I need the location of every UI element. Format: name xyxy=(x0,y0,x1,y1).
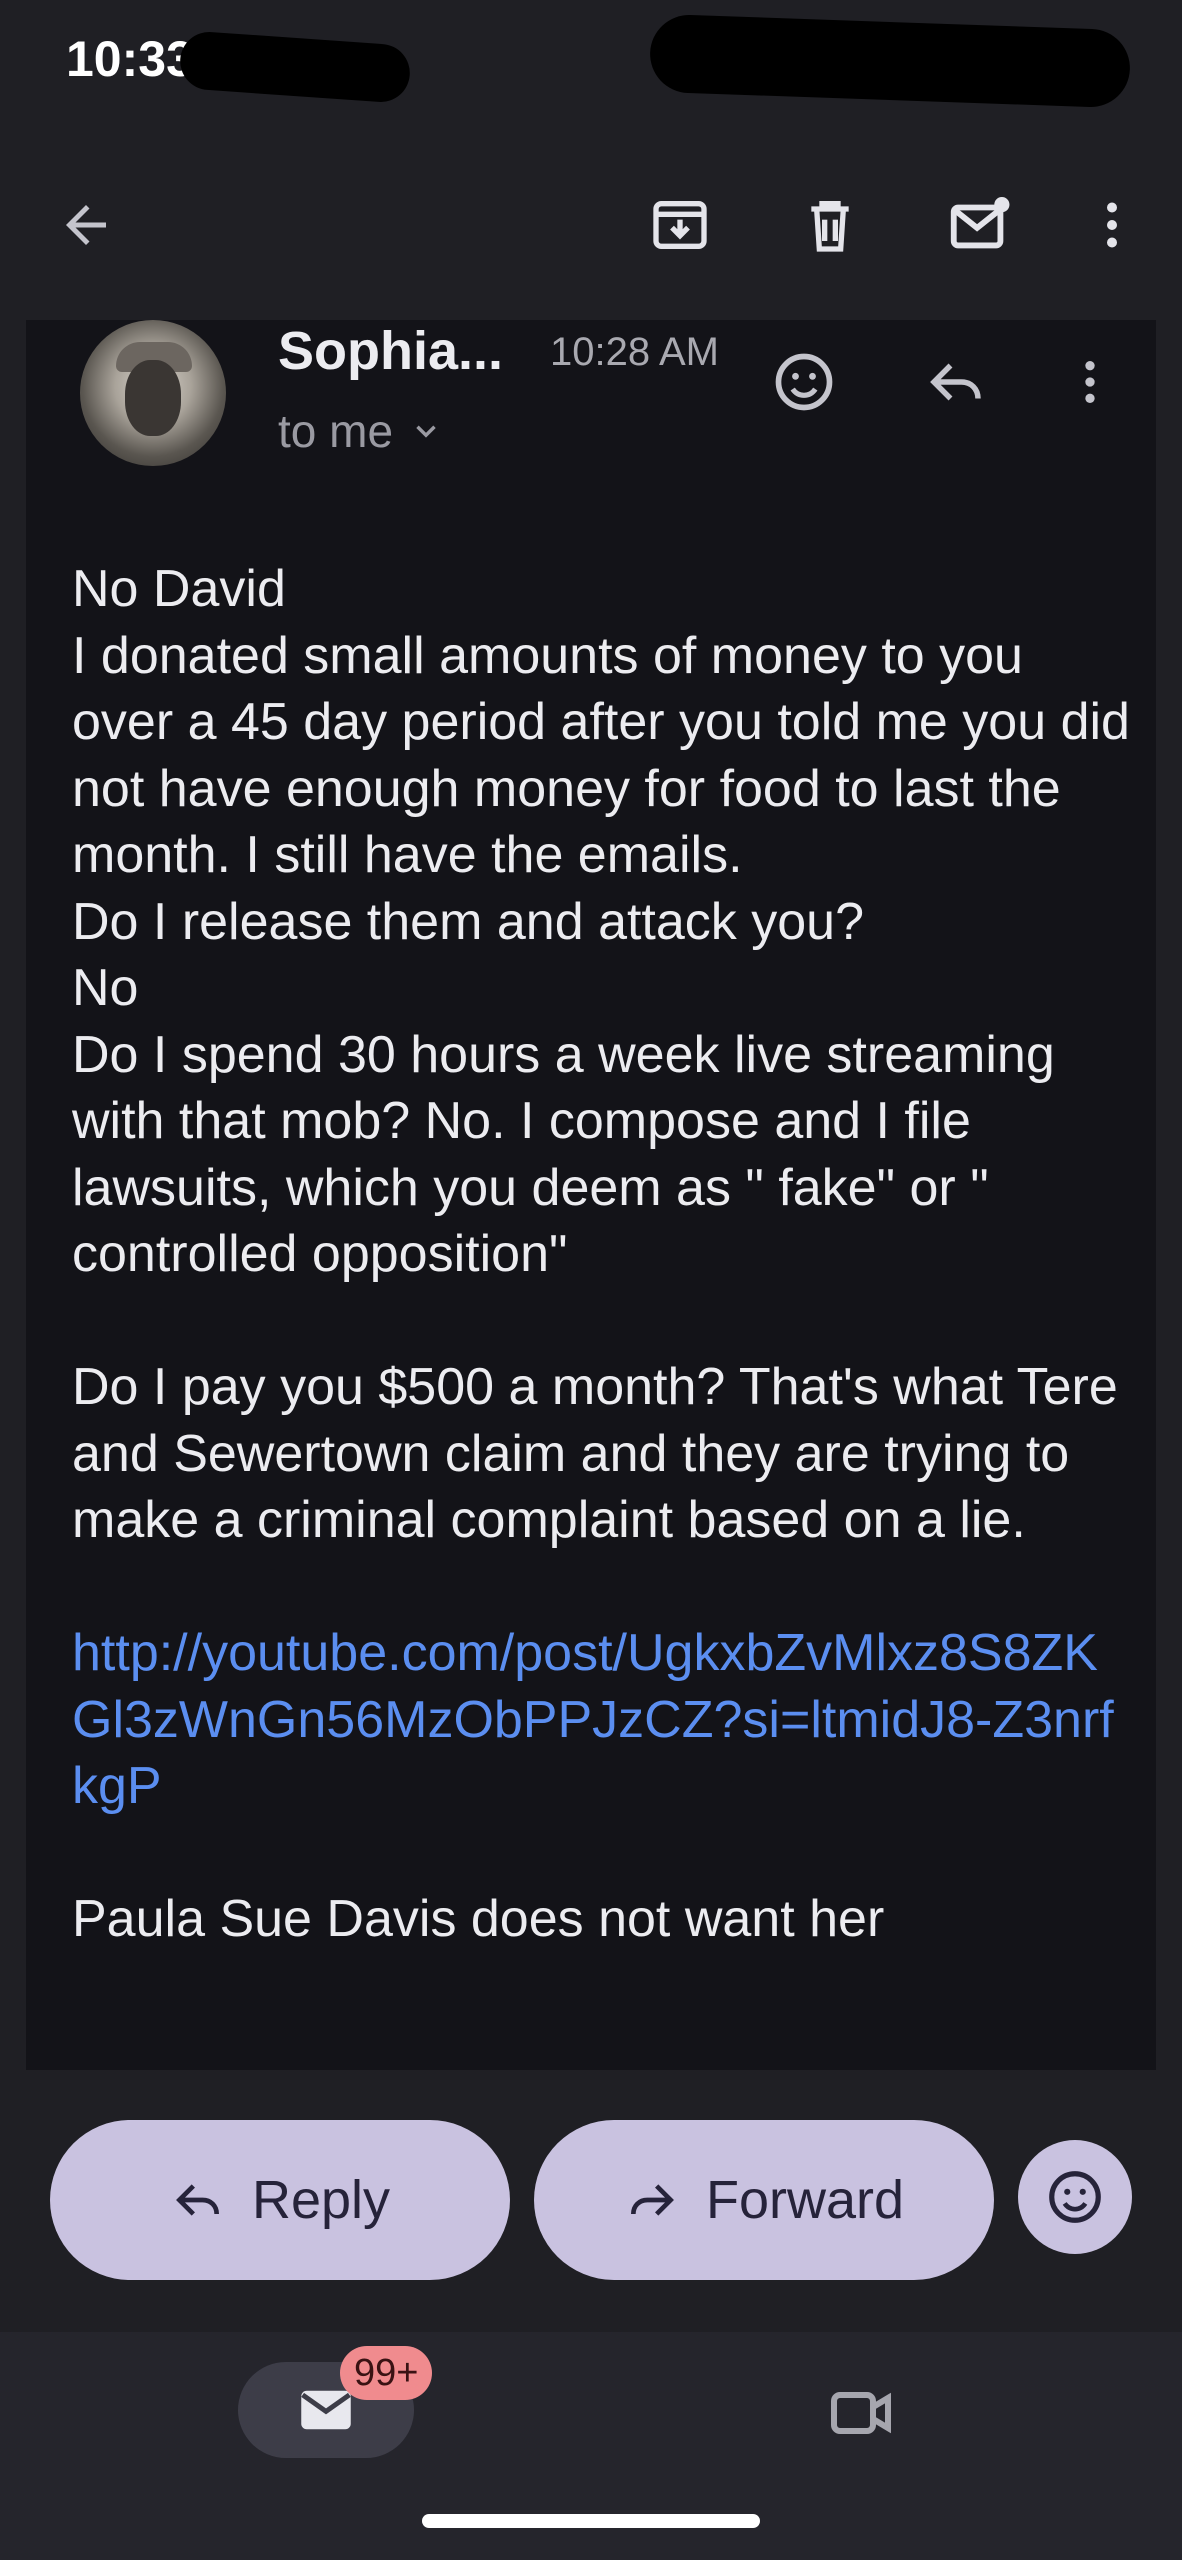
recipient-label: to me xyxy=(278,405,394,457)
forward-button[interactable]: Forward xyxy=(534,2120,994,2280)
status-time: 10:33 xyxy=(66,31,194,87)
mail-unread-icon xyxy=(950,197,1010,249)
email-body: No David I donated small amounts of mone… xyxy=(72,556,1132,1953)
react-button[interactable] xyxy=(1018,2140,1132,2254)
forward-label: Forward xyxy=(705,2170,905,2230)
body-paragraph: Do I pay you $500 a month? That's what T… xyxy=(72,1358,1133,1549)
video-camera-icon xyxy=(831,2392,891,2434)
emoji-icon xyxy=(1049,2171,1101,2223)
trash-icon xyxy=(811,201,849,252)
recipient-toggle[interactable]: to me xyxy=(278,404,443,458)
redaction-mark xyxy=(648,13,1132,109)
add-reaction-button[interactable] xyxy=(764,342,844,422)
message-more-button[interactable] xyxy=(1050,342,1130,422)
archive-icon xyxy=(653,201,707,249)
nav-meet-tab[interactable] xyxy=(816,2368,906,2458)
action-bar: Reply Forward xyxy=(0,2120,1182,2280)
more-options-button[interactable] xyxy=(1072,185,1152,265)
forward-icon xyxy=(630,2184,674,2216)
emoji-icon xyxy=(775,353,833,411)
back-button[interactable] xyxy=(46,185,126,265)
delete-button[interactable] xyxy=(790,185,870,265)
reply-label: Reply xyxy=(251,2170,391,2230)
top-toolbar xyxy=(0,150,1182,290)
reply-icon xyxy=(176,2184,219,2216)
body-paragraph: No David I donated small amounts of mone… xyxy=(72,560,1130,1283)
body-paragraph: Paula Sue Davis does not want her xyxy=(72,1890,885,1948)
avatar-face xyxy=(125,360,181,436)
email-card: Sophia... 10:28 AM to me No David I dona… xyxy=(26,320,1156,2070)
youtube-link[interactable]: http://youtube.com/post/UgkxbZvMlxz8S8ZK… xyxy=(72,1624,1114,1815)
reply-icon-button[interactable] xyxy=(916,342,996,422)
home-indicator[interactable] xyxy=(422,2514,760,2528)
unread-count-badge: 99+ xyxy=(340,2346,433,2400)
arrow-left-icon xyxy=(66,205,106,245)
redaction-mark xyxy=(178,30,412,104)
mark-unread-button[interactable] xyxy=(940,185,1020,265)
sender-name[interactable]: Sophia... xyxy=(278,320,503,382)
archive-button[interactable] xyxy=(640,185,720,265)
more-vert-icon xyxy=(1085,361,1095,403)
sender-avatar[interactable] xyxy=(80,320,226,466)
reply-icon xyxy=(930,363,981,401)
reply-button[interactable]: Reply xyxy=(50,2120,510,2280)
email-time: 10:28 AM xyxy=(550,330,720,374)
chevron-down-icon xyxy=(416,425,436,438)
more-vert-icon xyxy=(1107,202,1117,248)
status-bar: 10:33 xyxy=(0,0,1182,120)
